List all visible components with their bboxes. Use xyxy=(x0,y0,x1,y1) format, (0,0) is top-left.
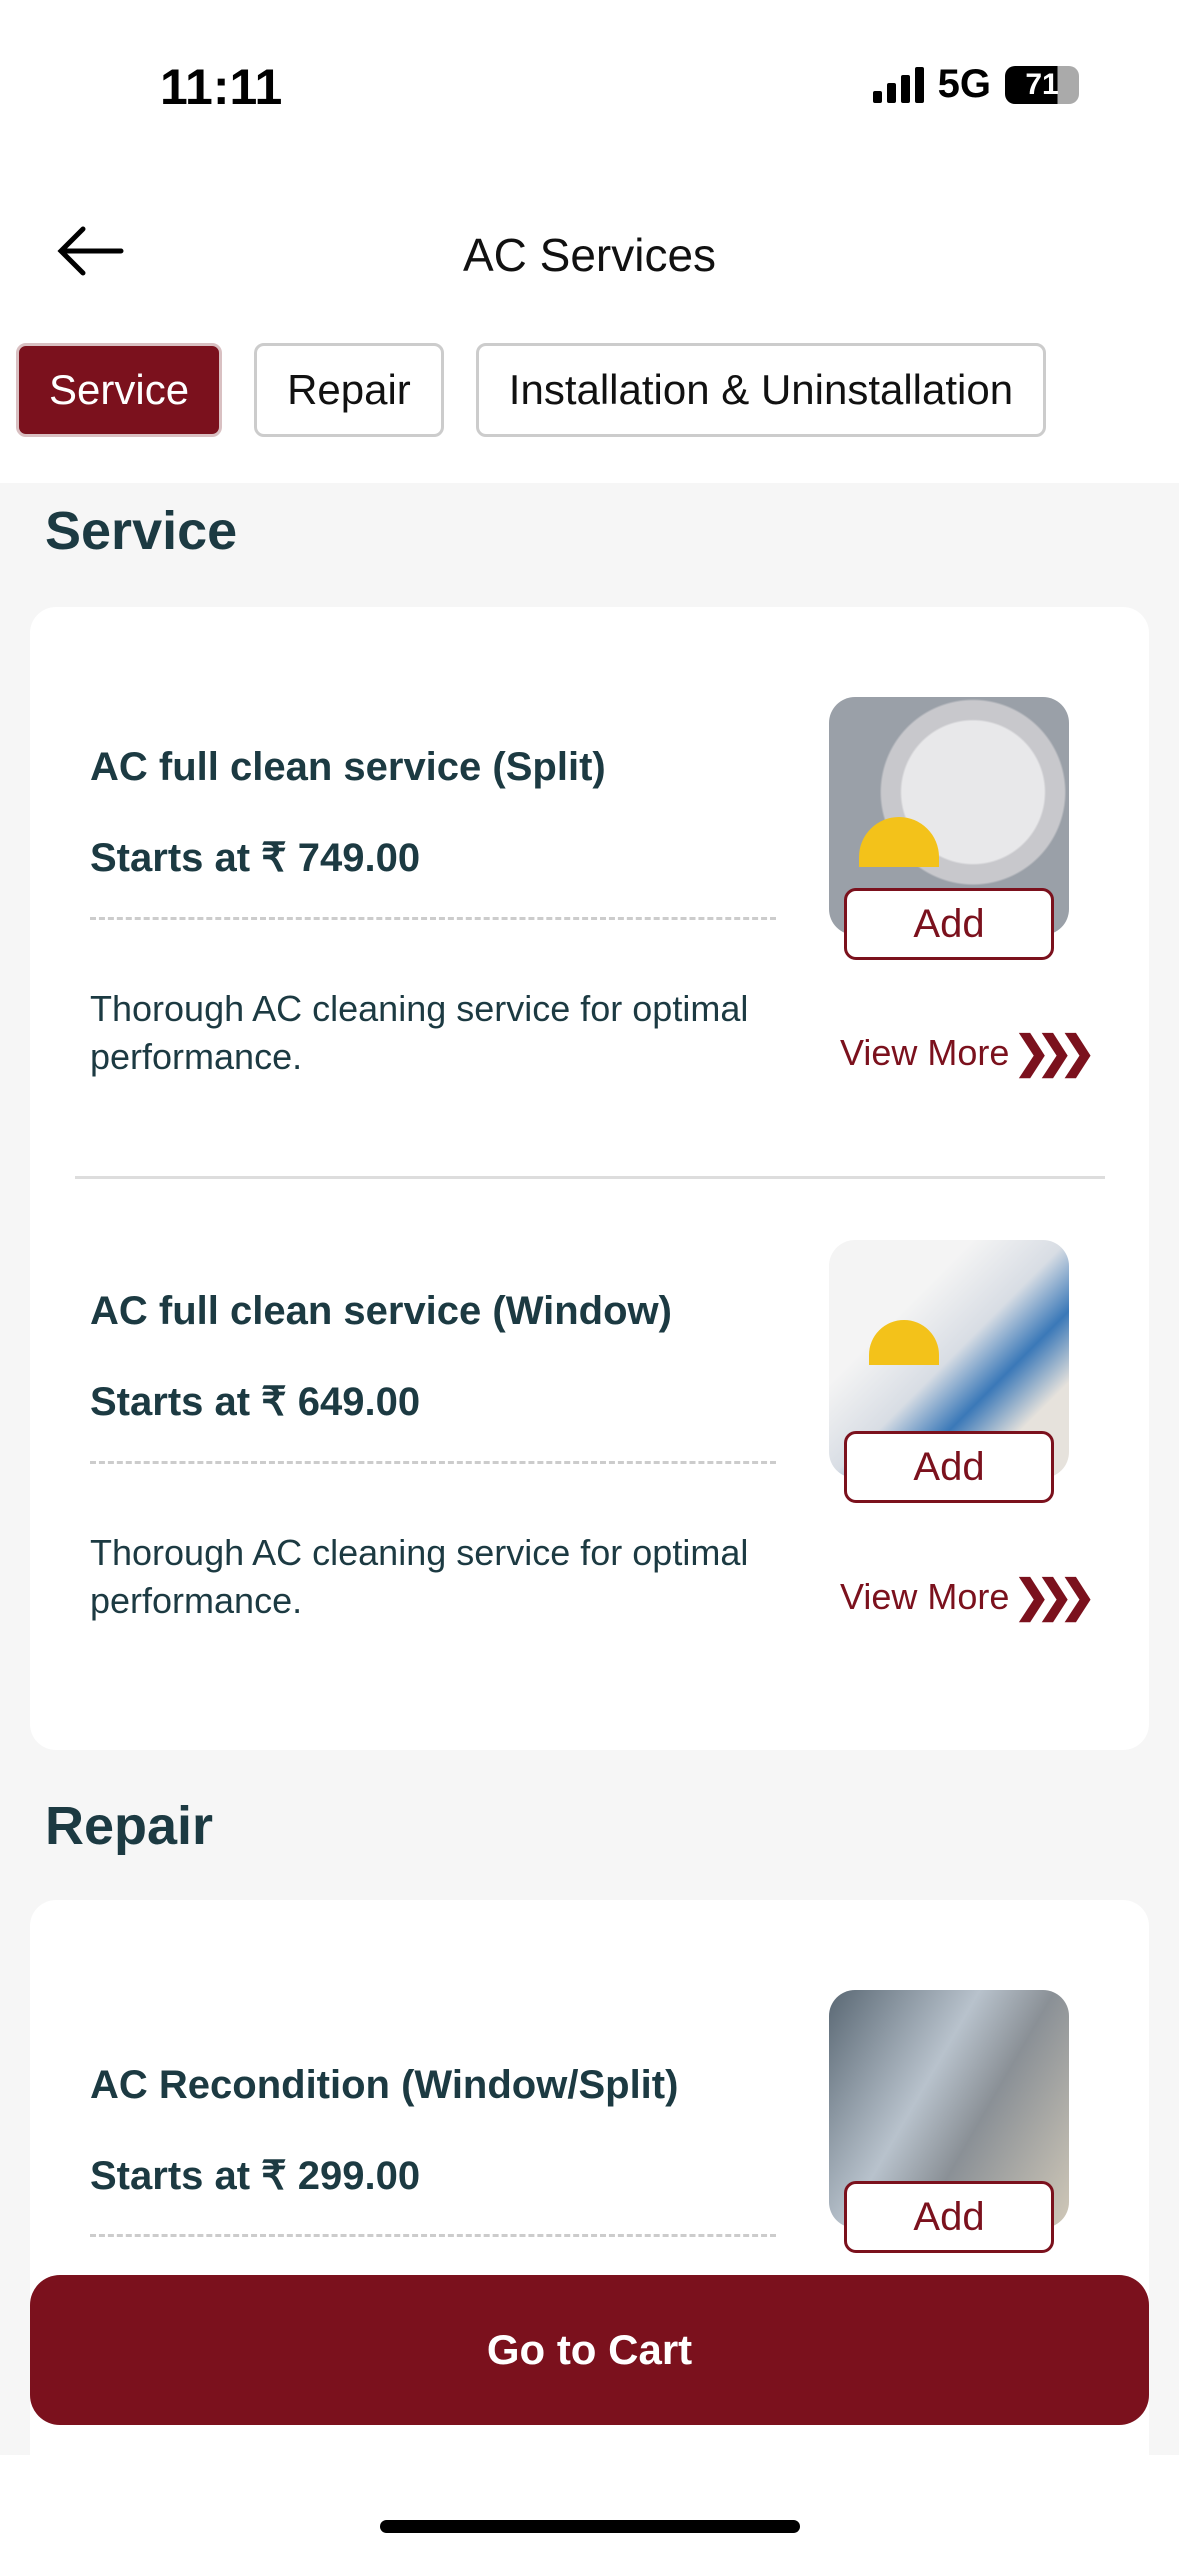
item-description: Thorough AC cleaning service for optimal… xyxy=(90,988,749,1077)
network-type: 5G xyxy=(937,62,991,106)
add-button[interactable]: Add xyxy=(844,2181,1054,2253)
add-button[interactable]: Add xyxy=(844,1431,1054,1503)
chevrons-right-icon: ❯❯❯ xyxy=(1013,1028,1096,1077)
tab-service[interactable]: Service xyxy=(16,343,223,437)
home-indicator[interactable] xyxy=(380,2520,800,2533)
section-heading-repair: Repair xyxy=(45,1796,214,1856)
page-title: AC Services xyxy=(462,229,717,281)
view-more-label: View More xyxy=(840,1031,1010,1073)
view-more-link[interactable]: View More ❯❯❯ xyxy=(840,1571,1096,1622)
item-price: Starts at ₹ 299.00 xyxy=(90,2154,421,2198)
item-divider xyxy=(75,1176,1105,1179)
dashed-divider xyxy=(90,1461,776,1464)
status-indicators: 5G 71 xyxy=(872,62,1079,107)
section-heading-service: Service xyxy=(45,501,238,561)
view-more-label: View More xyxy=(840,1575,1010,1617)
item-description: Thorough AC cleaning service for optimal… xyxy=(90,1532,749,1621)
item-title: AC Recondition (Window/Split) xyxy=(90,2063,679,2107)
tab-installation[interactable]: Installation & Uninstallation xyxy=(475,343,1047,437)
status-time: 11:11 xyxy=(160,59,283,115)
dashed-divider xyxy=(90,2234,776,2237)
item-price: Starts at ₹ 649.00 xyxy=(90,1380,421,1424)
dashed-divider xyxy=(90,917,776,920)
add-button[interactable]: Add xyxy=(844,888,1054,960)
signal-icon xyxy=(872,66,924,103)
category-tabs: Service Repair Installation & Uninstalla… xyxy=(16,343,1047,437)
chevrons-right-icon: ❯❯❯ xyxy=(1013,1572,1096,1621)
battery-icon: 71 xyxy=(1005,65,1079,104)
tab-repair[interactable]: Repair xyxy=(254,343,444,437)
view-more-link[interactable]: View More ❯❯❯ xyxy=(840,1027,1096,1078)
item-price: Starts at ₹ 749.00 xyxy=(90,836,421,880)
battery-level: 71 xyxy=(1025,67,1059,101)
go-to-cart-button[interactable]: Go to Cart xyxy=(30,2275,1149,2425)
service-card: AC full clean service (Split) Starts at … xyxy=(30,607,1149,1750)
item-title: AC full clean service (Window) xyxy=(90,1289,672,1333)
item-title: AC full clean service (Split) xyxy=(90,745,606,789)
bottom-safe-area xyxy=(0,2455,1179,2556)
